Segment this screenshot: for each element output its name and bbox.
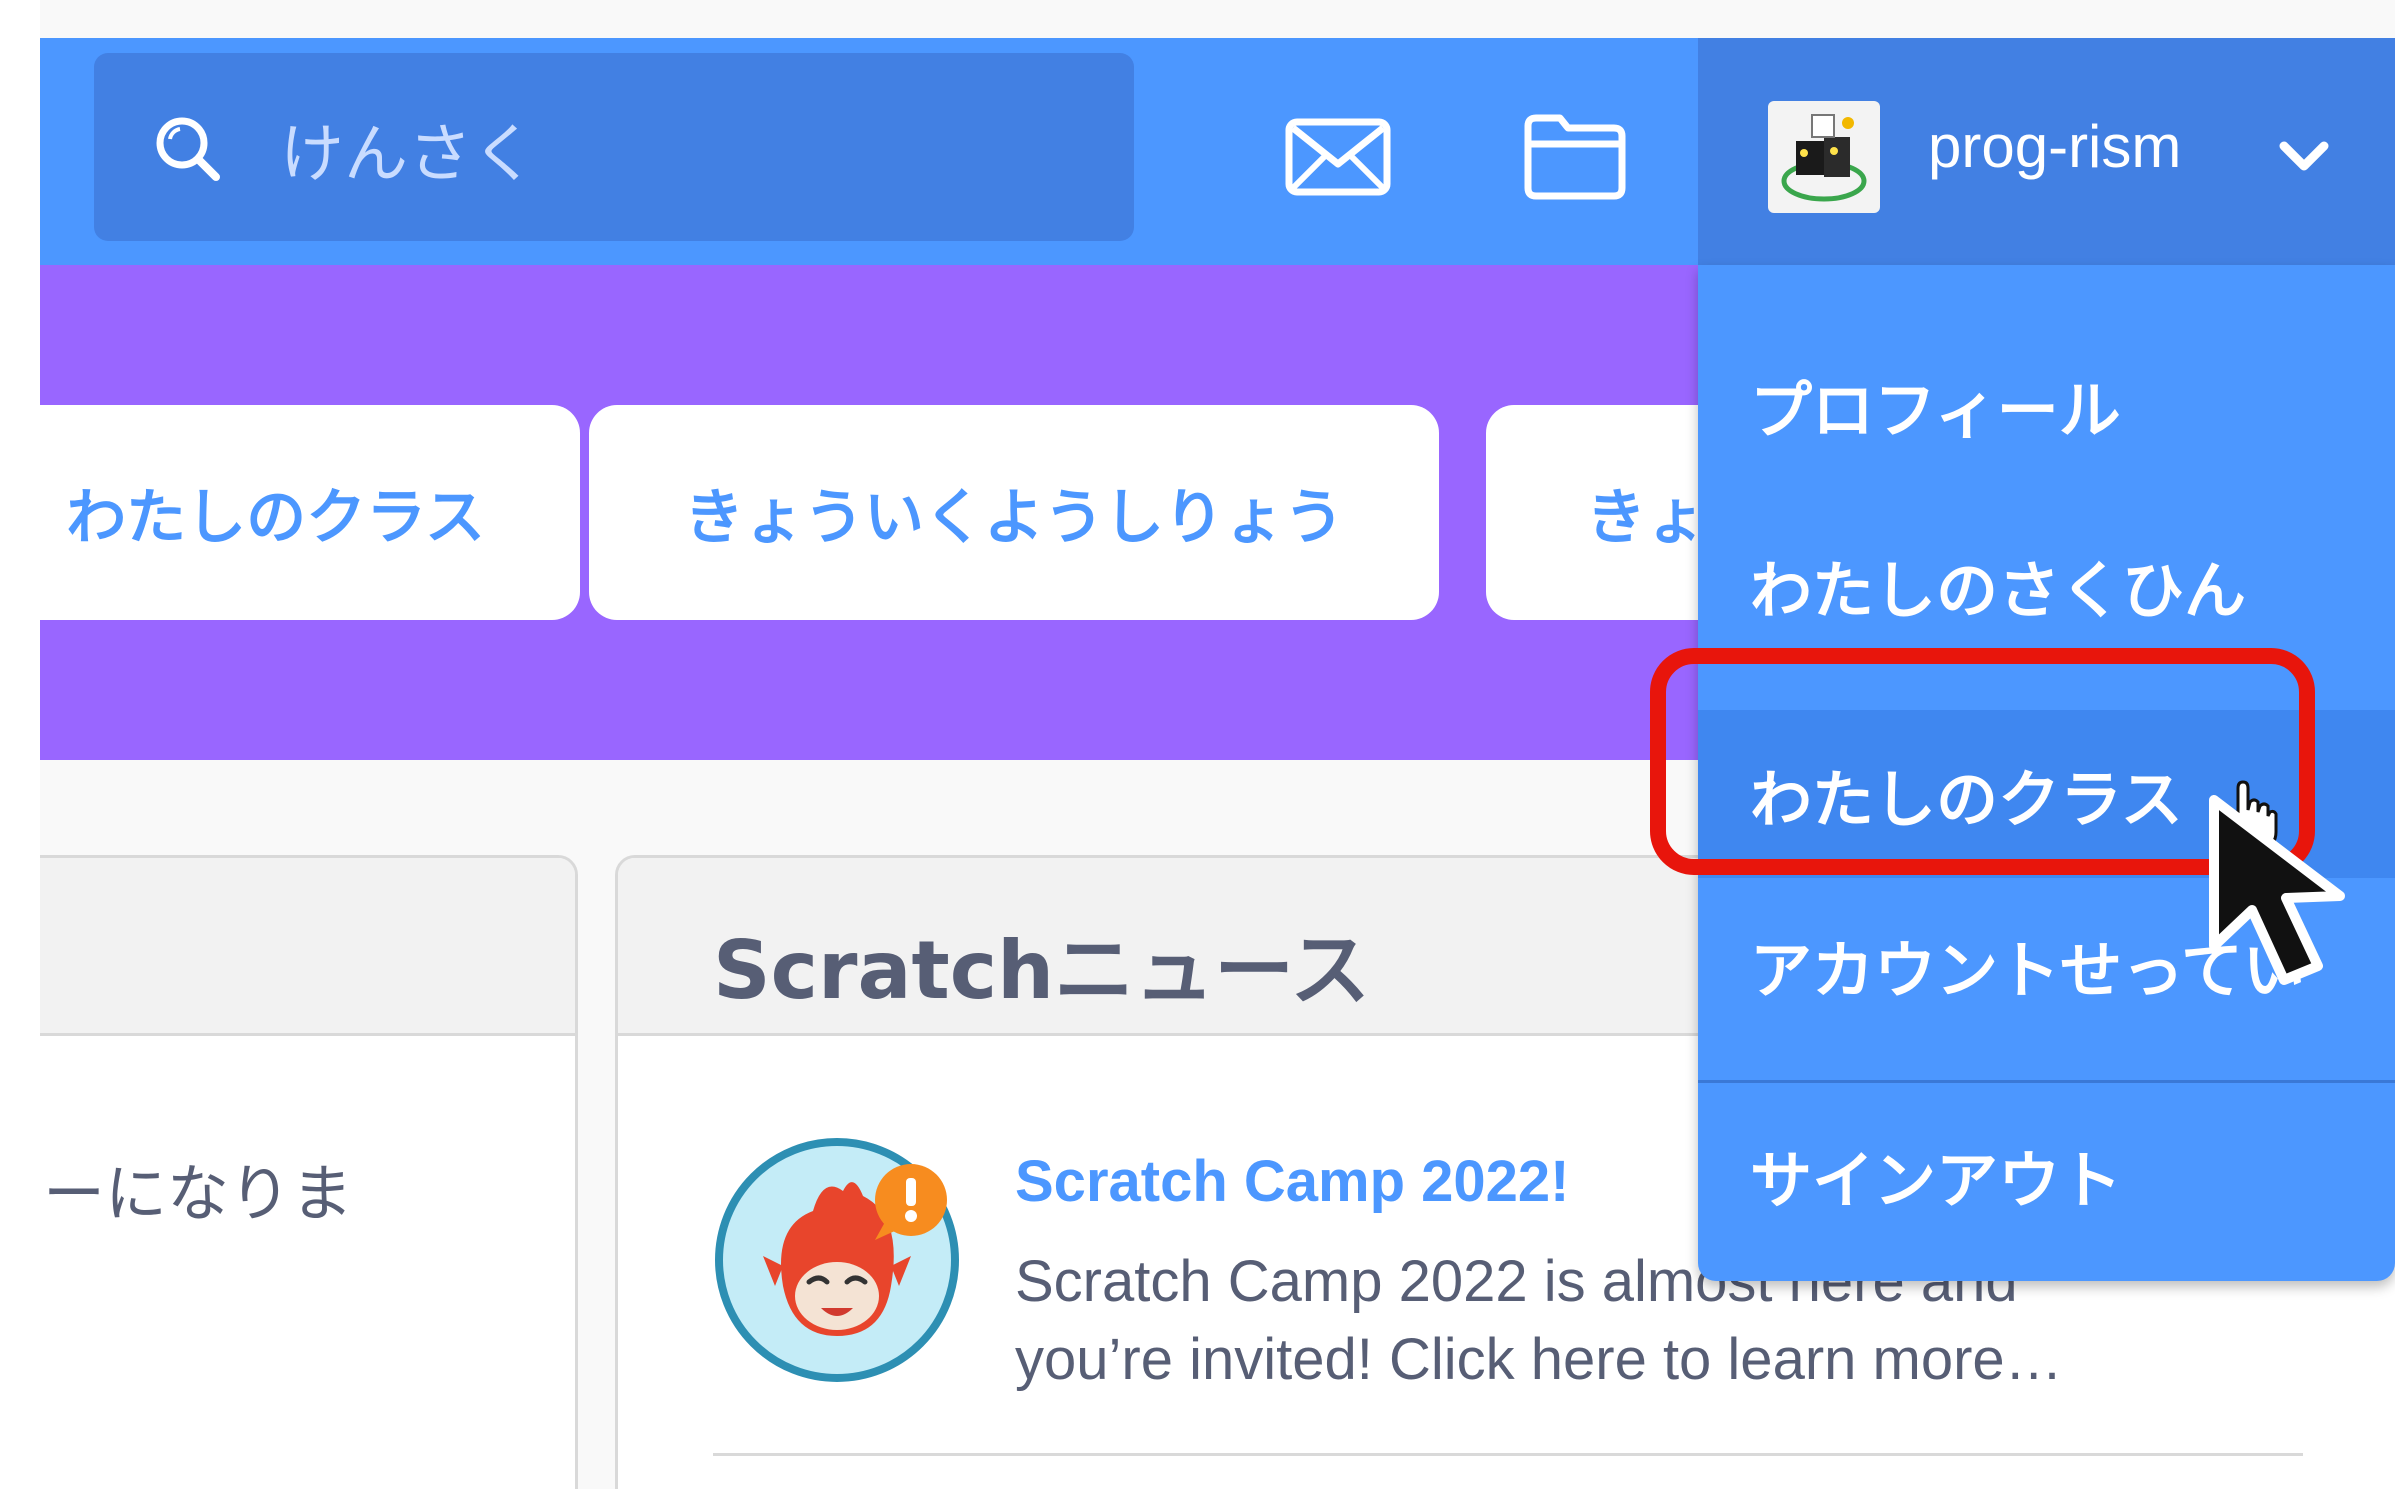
username: prog-rism	[1928, 113, 2182, 180]
educator-resources-button[interactable]: きょういくようしりょう	[589, 405, 1439, 620]
envelope-icon[interactable]	[1283, 102, 1393, 212]
chevron-down-icon[interactable]	[2276, 138, 2332, 178]
left-panel-text: ーになりま	[43, 1157, 354, 1230]
avatar	[1768, 101, 1880, 213]
menu-item-sign-out[interactable]: サインアウト	[1698, 1085, 2395, 1265]
folder-icon[interactable]	[1520, 98, 1630, 208]
menu-divider	[1698, 1080, 2395, 1083]
search-icon	[156, 117, 220, 181]
news-item-title[interactable]: Scratch Camp 2022!	[1015, 1148, 1569, 1215]
divider	[713, 1453, 2303, 1456]
navigation-bar: けんさく prog-rism	[40, 38, 2395, 265]
cursor-arrow-icon	[2209, 795, 2345, 985]
menu-item-profile[interactable]: プロフィール	[1698, 315, 2395, 495]
left-panel-header	[40, 858, 575, 1036]
search-input[interactable]: けんさく	[280, 103, 536, 195]
news-item-icon[interactable]	[713, 1136, 961, 1384]
my-classes-button[interactable]: わたしのクラス	[40, 405, 580, 620]
left-panel: ーになりま	[40, 855, 578, 1489]
search-bar[interactable]: けんさく	[94, 53, 1134, 241]
account-nav[interactable]: prog-rism	[1698, 38, 2395, 265]
news-title: Scratchニュース	[713, 924, 1371, 1017]
